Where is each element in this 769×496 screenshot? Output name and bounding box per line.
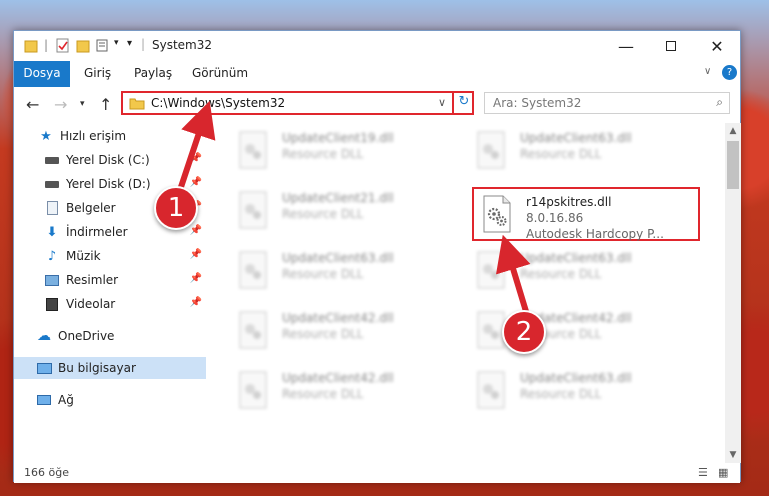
- step-badge-1: 1: [154, 186, 198, 230]
- annotation-arrows: [175, 100, 531, 319]
- step-badge-2: 2: [502, 310, 546, 354]
- arrow-2: [495, 234, 531, 319]
- arrow-1: [175, 100, 216, 197]
